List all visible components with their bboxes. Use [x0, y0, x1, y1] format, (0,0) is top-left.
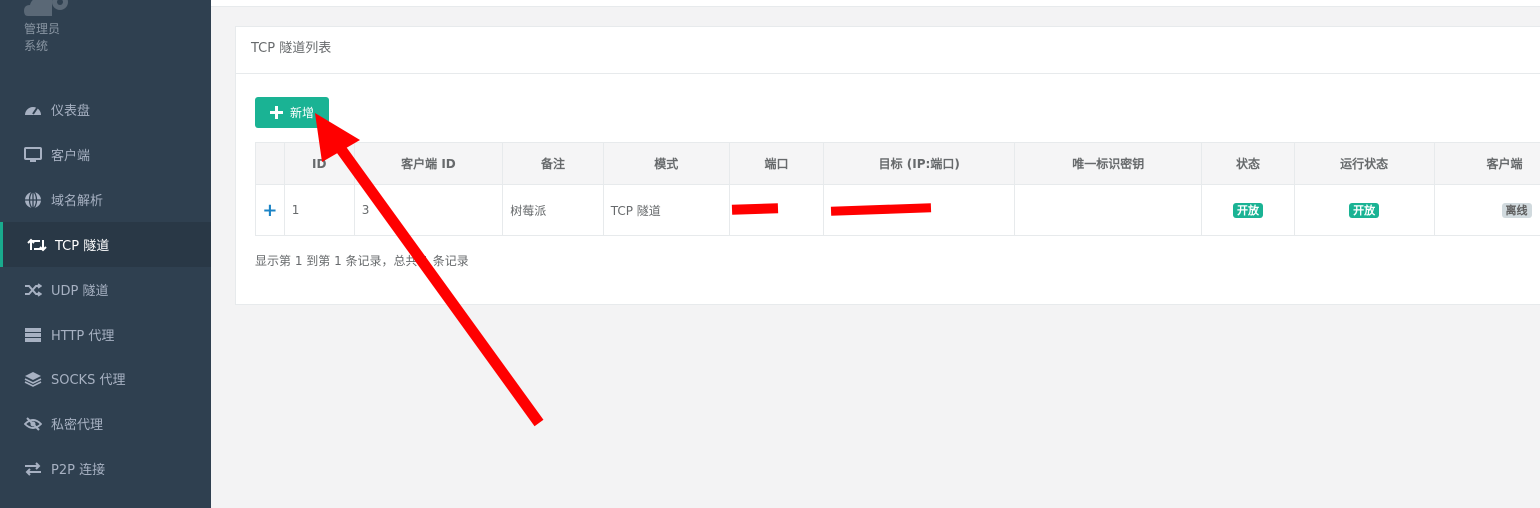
exchange-icon — [23, 459, 43, 479]
redaction-mark — [830, 203, 932, 216]
cell-id: 1 — [283, 184, 355, 236]
sidebar-item-p2p[interactable]: P2P 连接 — [0, 446, 211, 491]
run-status-badge: 开放 — [1349, 202, 1380, 218]
role-label: 管理员 — [24, 22, 61, 36]
expand-cell[interactable]: + — [255, 184, 285, 236]
column-header-secret[interactable]: 唯一标识密钥 — [1014, 142, 1203, 185]
sidebar-item-label: P2P 连接 — [51, 463, 106, 478]
sidebar-item-label: 私密代理 — [51, 418, 104, 433]
sidebar-item-dns[interactable]: 域名解析 — [0, 177, 211, 222]
sidebar-item-label: HTTP 代理 — [51, 329, 115, 344]
profile: 管理员 系统 — [24, 0, 72, 53]
tunnel-table-wrapper: ID 客户端 ID 备注 模式 端口 目标 (IP:端口) 唯一标识密钥 状态 … — [255, 142, 1540, 236]
top-navbar — [211, 0, 1540, 7]
layers-icon — [23, 369, 43, 389]
cell-run-status: 开放 — [1293, 184, 1435, 236]
column-header-target[interactable]: 目标 (IP:端口) — [823, 142, 1016, 185]
sidebar: 管理员 系统 仪表盘 客户端 域名解析 TCP 隧道 UDP 隧道 HTTP 代… — [0, 0, 211, 508]
sidebar-item-secret-proxy[interactable]: 私密代理 — [0, 401, 211, 446]
sidebar-item-tcp-tunnel[interactable]: TCP 隧道 — [0, 222, 211, 267]
cell-mode: TCP 隧道 — [602, 184, 730, 236]
tunnel-table: ID 客户端 ID 备注 模式 端口 目标 (IP:端口) 唯一标识密钥 状态 … — [255, 142, 1540, 236]
sidebar-item-label: UDP 隧道 — [51, 284, 109, 299]
dashboard-icon — [23, 100, 43, 120]
sidebar-item-udp-tunnel[interactable]: UDP 隧道 — [0, 267, 211, 312]
add-button-label: 新增 — [289, 106, 314, 120]
status-badge: 开放 — [1232, 202, 1263, 218]
record-count: 显示第 1 到第 1 条记录，总共 1 条记录 — [255, 254, 469, 268]
sidebar-item-label: SOCKS 代理 — [51, 373, 126, 388]
table-header-row: ID 客户端 ID 备注 模式 端口 目标 (IP:端口) 唯一标识密钥 状态 … — [255, 142, 1540, 185]
redaction-mark — [731, 203, 779, 215]
sidebar-item-label: 客户端 — [51, 149, 91, 164]
sidebar-item-dashboard[interactable]: 仪表盘 — [0, 87, 211, 132]
column-header-id[interactable]: ID — [283, 142, 355, 185]
cell-remark: 树莓派 — [502, 184, 604, 236]
server-icon — [23, 325, 43, 345]
cell-client-id: 3 — [353, 184, 504, 236]
column-header-run-status[interactable]: 运行状态 — [1293, 142, 1435, 185]
column-header-port[interactable]: 端口 — [728, 142, 825, 185]
sidebar-item-label: TCP 隧道 — [55, 239, 110, 254]
sidebar-item-clients[interactable]: 客户端 — [0, 132, 211, 177]
cell-target — [823, 184, 1016, 236]
expand-column-header — [255, 142, 285, 185]
sidebar-item-http-proxy[interactable]: HTTP 代理 — [0, 312, 211, 357]
column-header-status[interactable]: 状态 — [1201, 142, 1295, 185]
role-sub-label: 系统 — [24, 39, 49, 53]
column-header-client-status[interactable]: 客户端 — [1433, 142, 1540, 185]
tcp-tunnel-panel: TCP 隧道列表 新增 ID 客户端 ID 备注 模式 端口 目标 (IP:端口… — [235, 26, 1540, 305]
sidebar-item-label: 仪表盘 — [51, 104, 91, 119]
desktop-icon — [23, 145, 43, 165]
column-header-mode[interactable]: 模式 — [602, 142, 730, 185]
retweet-icon — [27, 235, 47, 255]
sidebar-item-label: 域名解析 — [51, 194, 104, 209]
shuffle-icon — [23, 280, 43, 300]
cell-secret — [1014, 184, 1203, 236]
panel-title: TCP 隧道列表 — [236, 27, 1540, 74]
sidebar-item-socks-proxy[interactable]: SOCKS 代理 — [0, 356, 211, 401]
cell-client-status: 离线 — [1433, 184, 1540, 236]
column-header-remark[interactable]: 备注 — [502, 142, 604, 185]
client-status-badge: 离线 — [1501, 202, 1532, 218]
expand-plus-icon[interactable]: + — [262, 200, 277, 221]
add-button[interactable]: 新增 — [255, 97, 329, 128]
cell-port — [728, 184, 825, 236]
eye-slash-icon — [23, 414, 43, 434]
cloud-gear-icon — [24, 0, 68, 16]
cell-status: 开放 — [1201, 184, 1295, 236]
plus-icon — [269, 106, 283, 119]
globe-icon — [23, 190, 43, 210]
column-header-client-id[interactable]: 客户端 ID — [353, 142, 504, 185]
table-row: + 1 3 树莓派 TCP 隧道 开放 开放 离线 — [255, 184, 1540, 236]
